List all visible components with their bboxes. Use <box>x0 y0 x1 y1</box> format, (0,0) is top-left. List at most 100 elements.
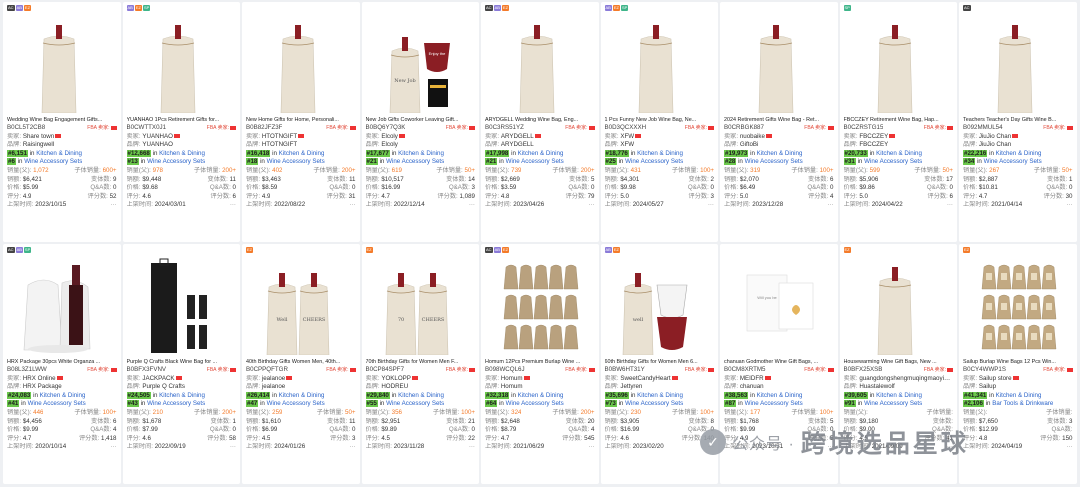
more-icon[interactable]: ··· <box>588 443 594 452</box>
seller-name[interactable]: JiuJio Chan <box>979 133 1011 140</box>
more-icon[interactable]: ··· <box>1066 443 1072 452</box>
product-title[interactable]: Purple Q Crafts Black Wine Bag for ... <box>127 358 237 366</box>
brand-name[interactable]: Elcoly <box>381 141 398 148</box>
product-title[interactable]: 70th Birthday Gifts for Women Men F... <box>366 358 476 366</box>
subcategory-link[interactable]: Wine Accessory Sets <box>24 158 82 165</box>
category-link[interactable]: Kitchen & Dining <box>876 392 922 399</box>
category-link[interactable]: Kitchen & Dining <box>398 150 444 157</box>
seller-name[interactable]: Homum <box>501 375 523 382</box>
brand-name[interactable]: ARYDGELL <box>501 141 534 148</box>
product-image[interactable] <box>605 13 715 113</box>
product-card[interactable]: AC AB SP HRX Package 30pcs White Organza .… <box>3 244 121 484</box>
more-icon[interactable]: ··· <box>708 201 714 210</box>
subcategory-link[interactable]: Wine Accessory Sets <box>864 400 922 407</box>
seller-name[interactable]: Elcoly <box>381 133 398 140</box>
category-link[interactable]: Kitchen & Dining <box>518 150 564 157</box>
product-image[interactable] <box>963 13 1073 113</box>
asin[interactable]: B0BW6HT31Y <box>605 366 645 375</box>
product-title[interactable]: 60th Birthday Gifts for Women Men 6... <box>605 358 715 366</box>
brand-name[interactable]: Homum <box>501 383 523 390</box>
product-card[interactable]: New Home Gifts for Home, Personali... B0… <box>242 2 360 242</box>
more-icon[interactable]: ··· <box>469 201 475 210</box>
product-card[interactable]: AC AB EZ ARYDGELL Wedding Wine Bag, Eng...… <box>481 2 599 242</box>
product-title[interactable]: Homum 12Pcs Premium Burlap Wine ... <box>485 358 595 366</box>
category-link[interactable]: Kitchen & Dining <box>996 392 1042 399</box>
product-image[interactable] <box>844 13 954 113</box>
product-title[interactable]: HRX Package 30pcs White Organza ... <box>7 358 117 366</box>
more-icon[interactable]: ··· <box>230 201 236 210</box>
seller-name[interactable]: HRX Online <box>23 375 56 382</box>
product-image[interactable] <box>724 13 834 113</box>
brand-name[interactable]: HTOTNGIFT <box>262 141 297 148</box>
more-icon[interactable]: ··· <box>349 443 355 452</box>
brand-name[interactable]: YUANHAO <box>142 141 173 148</box>
subcategory-link[interactable]: Wine Accessory Sets <box>386 400 444 407</box>
more-icon[interactable]: ··· <box>230 443 236 452</box>
product-card[interactable]: AB EZ SP YUANHAO 1Pcs Retirement Gifts for… <box>122 2 240 242</box>
brand-name[interactable]: Purple Q Crafts <box>142 383 185 390</box>
asin[interactable]: B0BQ6Y7Q3K <box>366 124 406 133</box>
subcategory-link[interactable]: Wine Accessory Sets <box>506 158 564 165</box>
seller-name[interactable]: ARYDGELL <box>501 133 534 140</box>
product-card[interactable]: EZ Sailup Burlap Wine Bags 12 Pcs Win...… <box>959 244 1077 484</box>
seller-name[interactable]: HTOTNGIFT <box>262 133 297 140</box>
product-title[interactable]: Housewarming Wine Gift Bags, New ... <box>844 358 954 366</box>
subcategory-link[interactable]: Wine Accessory Sets <box>147 158 205 165</box>
brand-name[interactable]: HODREU <box>381 383 408 390</box>
category-link[interactable]: Kitchen & Dining <box>518 392 564 399</box>
subcategory-link[interactable]: Wine Accessory Sets <box>28 400 86 407</box>
product-card[interactable]: AC Teachers Teacher's Day Gifts Wine B..… <box>959 2 1077 242</box>
asin[interactable]: B0CM8XRTM5 <box>724 366 766 375</box>
product-title[interactable]: chanuan Godmother Wine Gift Bags, ... <box>724 358 834 366</box>
product-card[interactable]: EZ 70 CHEERS 70th Birthday Gifts for Wom… <box>361 244 479 484</box>
seller-name[interactable]: nuobaike <box>740 133 765 140</box>
product-title[interactable]: FBCCZEY Retirement Wine Bag, Hap... <box>844 116 954 124</box>
brand-name[interactable]: Raisingwell <box>23 141 54 148</box>
product-image[interactable] <box>485 13 595 113</box>
product-image[interactable] <box>127 13 237 113</box>
product-image[interactable]: New Job Enjoy the <box>366 13 476 113</box>
subcategory-link[interactable]: Wine Accessory Sets <box>267 158 325 165</box>
brand-name[interactable]: GiftoBi <box>740 141 759 148</box>
product-image[interactable] <box>7 255 117 355</box>
product-title[interactable]: 2024 Retirement Gifts Wine Bag - Ret... <box>724 116 834 124</box>
subcategory-link[interactable]: Wine Accessory Sets <box>745 400 803 407</box>
product-card[interactable]: SP FBCCZEY Retirement Wine Bag, Hap... B… <box>839 2 957 242</box>
asin[interactable]: B0D3QCXXXH <box>605 124 647 133</box>
category-link[interactable]: Kitchen & Dining <box>757 392 803 399</box>
seller-name[interactable]: Sailup store <box>979 375 1012 382</box>
seller-name[interactable]: YUANHAO <box>142 133 173 140</box>
subcategory-link[interactable]: Bar Tools & Drinkware <box>992 400 1053 407</box>
subcategory-link[interactable]: Wine Accessory Sets <box>864 158 922 165</box>
product-image[interactable] <box>246 13 356 113</box>
product-card[interactable]: AC AB EZ Wedding Wine Bag Engagement Gifts… <box>3 2 121 242</box>
product-title[interactable]: 1 Pcs Funny New Job Wine Bag, Ne... <box>605 116 715 124</box>
more-icon[interactable]: ··· <box>947 201 953 210</box>
category-link[interactable]: Kitchen & Dining <box>279 150 325 157</box>
product-card[interactable]: Purple Q Crafts Black Wine Bag for ... B… <box>122 244 240 484</box>
product-title[interactable]: ARYDGELL Wedding Wine Bag, Eng... <box>485 116 595 124</box>
asin[interactable]: B092MMUL54 <box>963 124 1003 133</box>
product-card[interactable]: 2024 Retirement Gifts Wine Bag - Ret... … <box>720 2 838 242</box>
product-image[interactable] <box>844 255 954 355</box>
seller-name[interactable]: Share town <box>23 133 54 140</box>
asin[interactable]: B098WCQL6J <box>485 366 525 375</box>
more-icon[interactable]: ··· <box>349 201 355 210</box>
brand-name[interactable]: jealanoe <box>262 383 285 390</box>
asin[interactable]: B0BFX3FVNV <box>127 366 167 375</box>
more-icon[interactable]: ··· <box>827 201 833 210</box>
product-image[interactable]: 70 CHEERS <box>366 255 476 355</box>
seller-name[interactable]: FBCCZEY <box>859 133 888 140</box>
more-icon[interactable]: ··· <box>1066 201 1072 210</box>
brand-name[interactable]: XFW <box>620 141 634 148</box>
seller-name[interactable]: SweetCandyHeart <box>620 375 670 382</box>
product-title[interactable]: 40th Birthday Gifts Women Men, 40th... <box>246 358 356 366</box>
asin[interactable]: B0BFX25XSB <box>844 366 883 375</box>
subcategory-link[interactable]: Wine Accessory Sets <box>984 158 1042 165</box>
product-title[interactable]: YUANHAO 1Pcs Retirement Gifts for... <box>127 116 237 124</box>
product-title[interactable]: New Home Gifts for Home, Personali... <box>246 116 356 124</box>
product-image[interactable] <box>963 255 1073 355</box>
asin[interactable]: B0C3RS51YZ <box>485 124 524 133</box>
more-icon[interactable]: ··· <box>110 443 116 452</box>
product-card[interactable]: New Job Enjoy the New Job Gifts Coworker … <box>361 2 479 242</box>
